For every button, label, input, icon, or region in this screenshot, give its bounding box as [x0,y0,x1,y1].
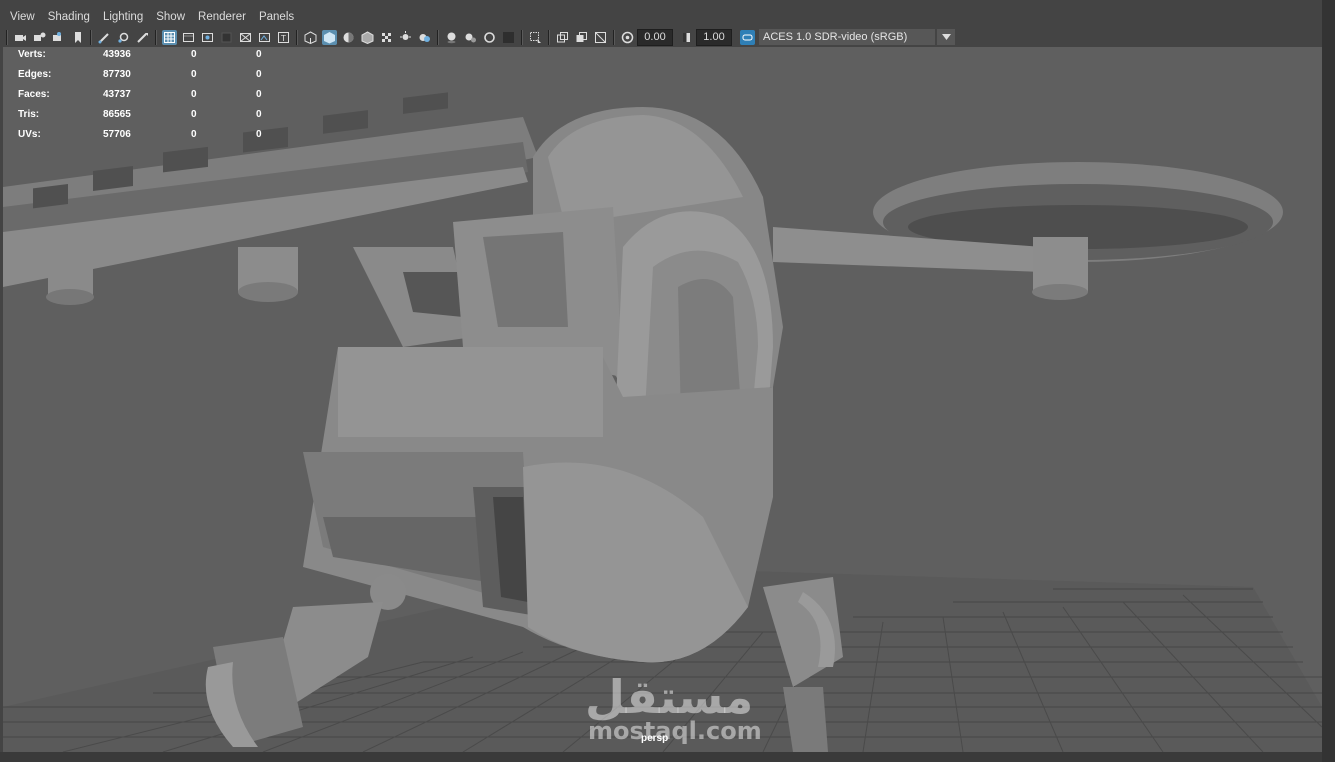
toolbar-separator [90,29,92,45]
hud-label: Faces: [18,89,50,100]
toolbar-separator [548,29,550,45]
motion-blur-icon[interactable] [444,30,459,45]
grease-pencil-icon[interactable] [97,30,112,45]
3d-viewport[interactable] [3,47,1322,752]
svg-text:T: T [280,34,286,43]
view-transform-icon[interactable] [740,29,755,45]
toolbar-separator [6,29,8,45]
gamma-field[interactable]: 1.00 [696,28,732,46]
xray-icon[interactable] [528,30,543,45]
use-all-lights-icon[interactable] [379,30,394,45]
menu-show[interactable]: Show [156,11,185,23]
chevron-down-icon[interactable] [937,29,955,45]
hud-value: 86565 [103,109,131,120]
menu-panels[interactable]: Panels [259,11,294,23]
bookmarks-icon[interactable] [51,30,66,45]
hud-value: 87730 [103,69,131,80]
textured-icon[interactable] [360,30,375,45]
exposure-field[interactable]: 0.00 [637,28,673,46]
toolbar-separator [521,29,523,45]
menu-lighting[interactable]: Lighting [103,11,143,23]
text-gate-icon[interactable]: T [276,30,291,45]
field-chart-icon[interactable] [219,30,234,45]
hud-label: Edges: [18,69,52,80]
menu-renderer[interactable]: Renderer [198,11,246,23]
depth-of-field-icon[interactable] [482,30,497,45]
toolbar-separator [296,29,298,45]
safe-action-icon[interactable] [238,30,253,45]
wireframe-icon[interactable] [303,30,318,45]
image-plane-icon[interactable] [70,30,85,45]
hud-row-edges: Edges: 87730 0 0 [18,69,278,89]
hud-value: 0 [256,49,262,60]
hud-value: 0 [191,69,197,80]
toolbar-separator [437,29,439,45]
panel-menu-bar: View Shading Lighting Show Renderer Pane… [0,8,1322,26]
hud-row-verts: Verts: 43936 0 0 [18,49,278,69]
hud-value: 0 [191,129,197,140]
toolbar-separator [155,29,157,45]
camera-attributes-icon[interactable] [32,30,47,45]
hud-value: 43737 [103,89,131,100]
hud-row-uvs: UVs: 57706 0 0 [18,129,278,149]
scene-render [3,92,1322,752]
exposure-icon[interactable] [620,30,635,45]
menu-view[interactable]: View [10,11,35,23]
hud-value: 0 [256,129,262,140]
toolbar-separator [613,29,615,45]
resolution-gate-icon[interactable] [181,30,196,45]
ambient-occlusion-icon[interactable] [417,30,432,45]
grid-icon[interactable] [135,30,150,45]
xray-joints-icon[interactable] [555,30,570,45]
color-space-dropdown[interactable]: ACES 1.0 SDR-video (sRGB) [759,29,935,45]
hud-value: 0 [191,89,197,100]
hud-value: 0 [256,89,262,100]
hud-value: 0 [256,69,262,80]
isolate-select-icon[interactable] [501,30,516,45]
panel-right-border [1322,0,1335,762]
panel-toolbar: T 0.00 1.00 ACES 1.0 SDR-video (sRGB) [0,27,1322,47]
2d-pan-zoom-icon[interactable] [116,30,131,45]
poly-count-hud: Verts: 43936 0 0 Edges: 87730 0 0 Faces:… [18,49,278,149]
smooth-shade-icon[interactable] [322,29,337,45]
backface-culling-icon[interactable] [593,30,608,45]
hud-value: 0 [191,109,197,120]
camera-name-label: persp [641,733,669,744]
hud-row-tris: Tris: 86565 0 0 [18,109,278,129]
hud-label: Verts: [18,49,46,60]
shadows-icon[interactable] [398,30,413,45]
hud-label: Tris: [18,109,40,120]
default-material-icon[interactable] [341,30,356,45]
gamma-icon[interactable] [679,30,694,45]
film-gate-icon[interactable] [162,29,177,45]
hud-value: 57706 [103,129,131,140]
select-camera-icon[interactable] [13,30,28,45]
hud-value: 0 [256,109,262,120]
watermark-url: mostaql.com [588,717,762,745]
xray-components-icon[interactable] [574,30,589,45]
gate-mask-icon[interactable] [200,30,215,45]
hud-value: 0 [191,49,197,60]
hud-label: UVs: [18,129,41,140]
anti-aliasing-icon[interactable] [463,30,478,45]
hud-row-faces: Faces: 43737 0 0 [18,89,278,109]
hud-value: 43936 [103,49,131,60]
watermark-logo: مستقل [585,670,754,724]
panel-bottom-border [0,752,1335,762]
menu-shading[interactable]: Shading [48,11,90,23]
safe-title-icon[interactable] [257,30,272,45]
